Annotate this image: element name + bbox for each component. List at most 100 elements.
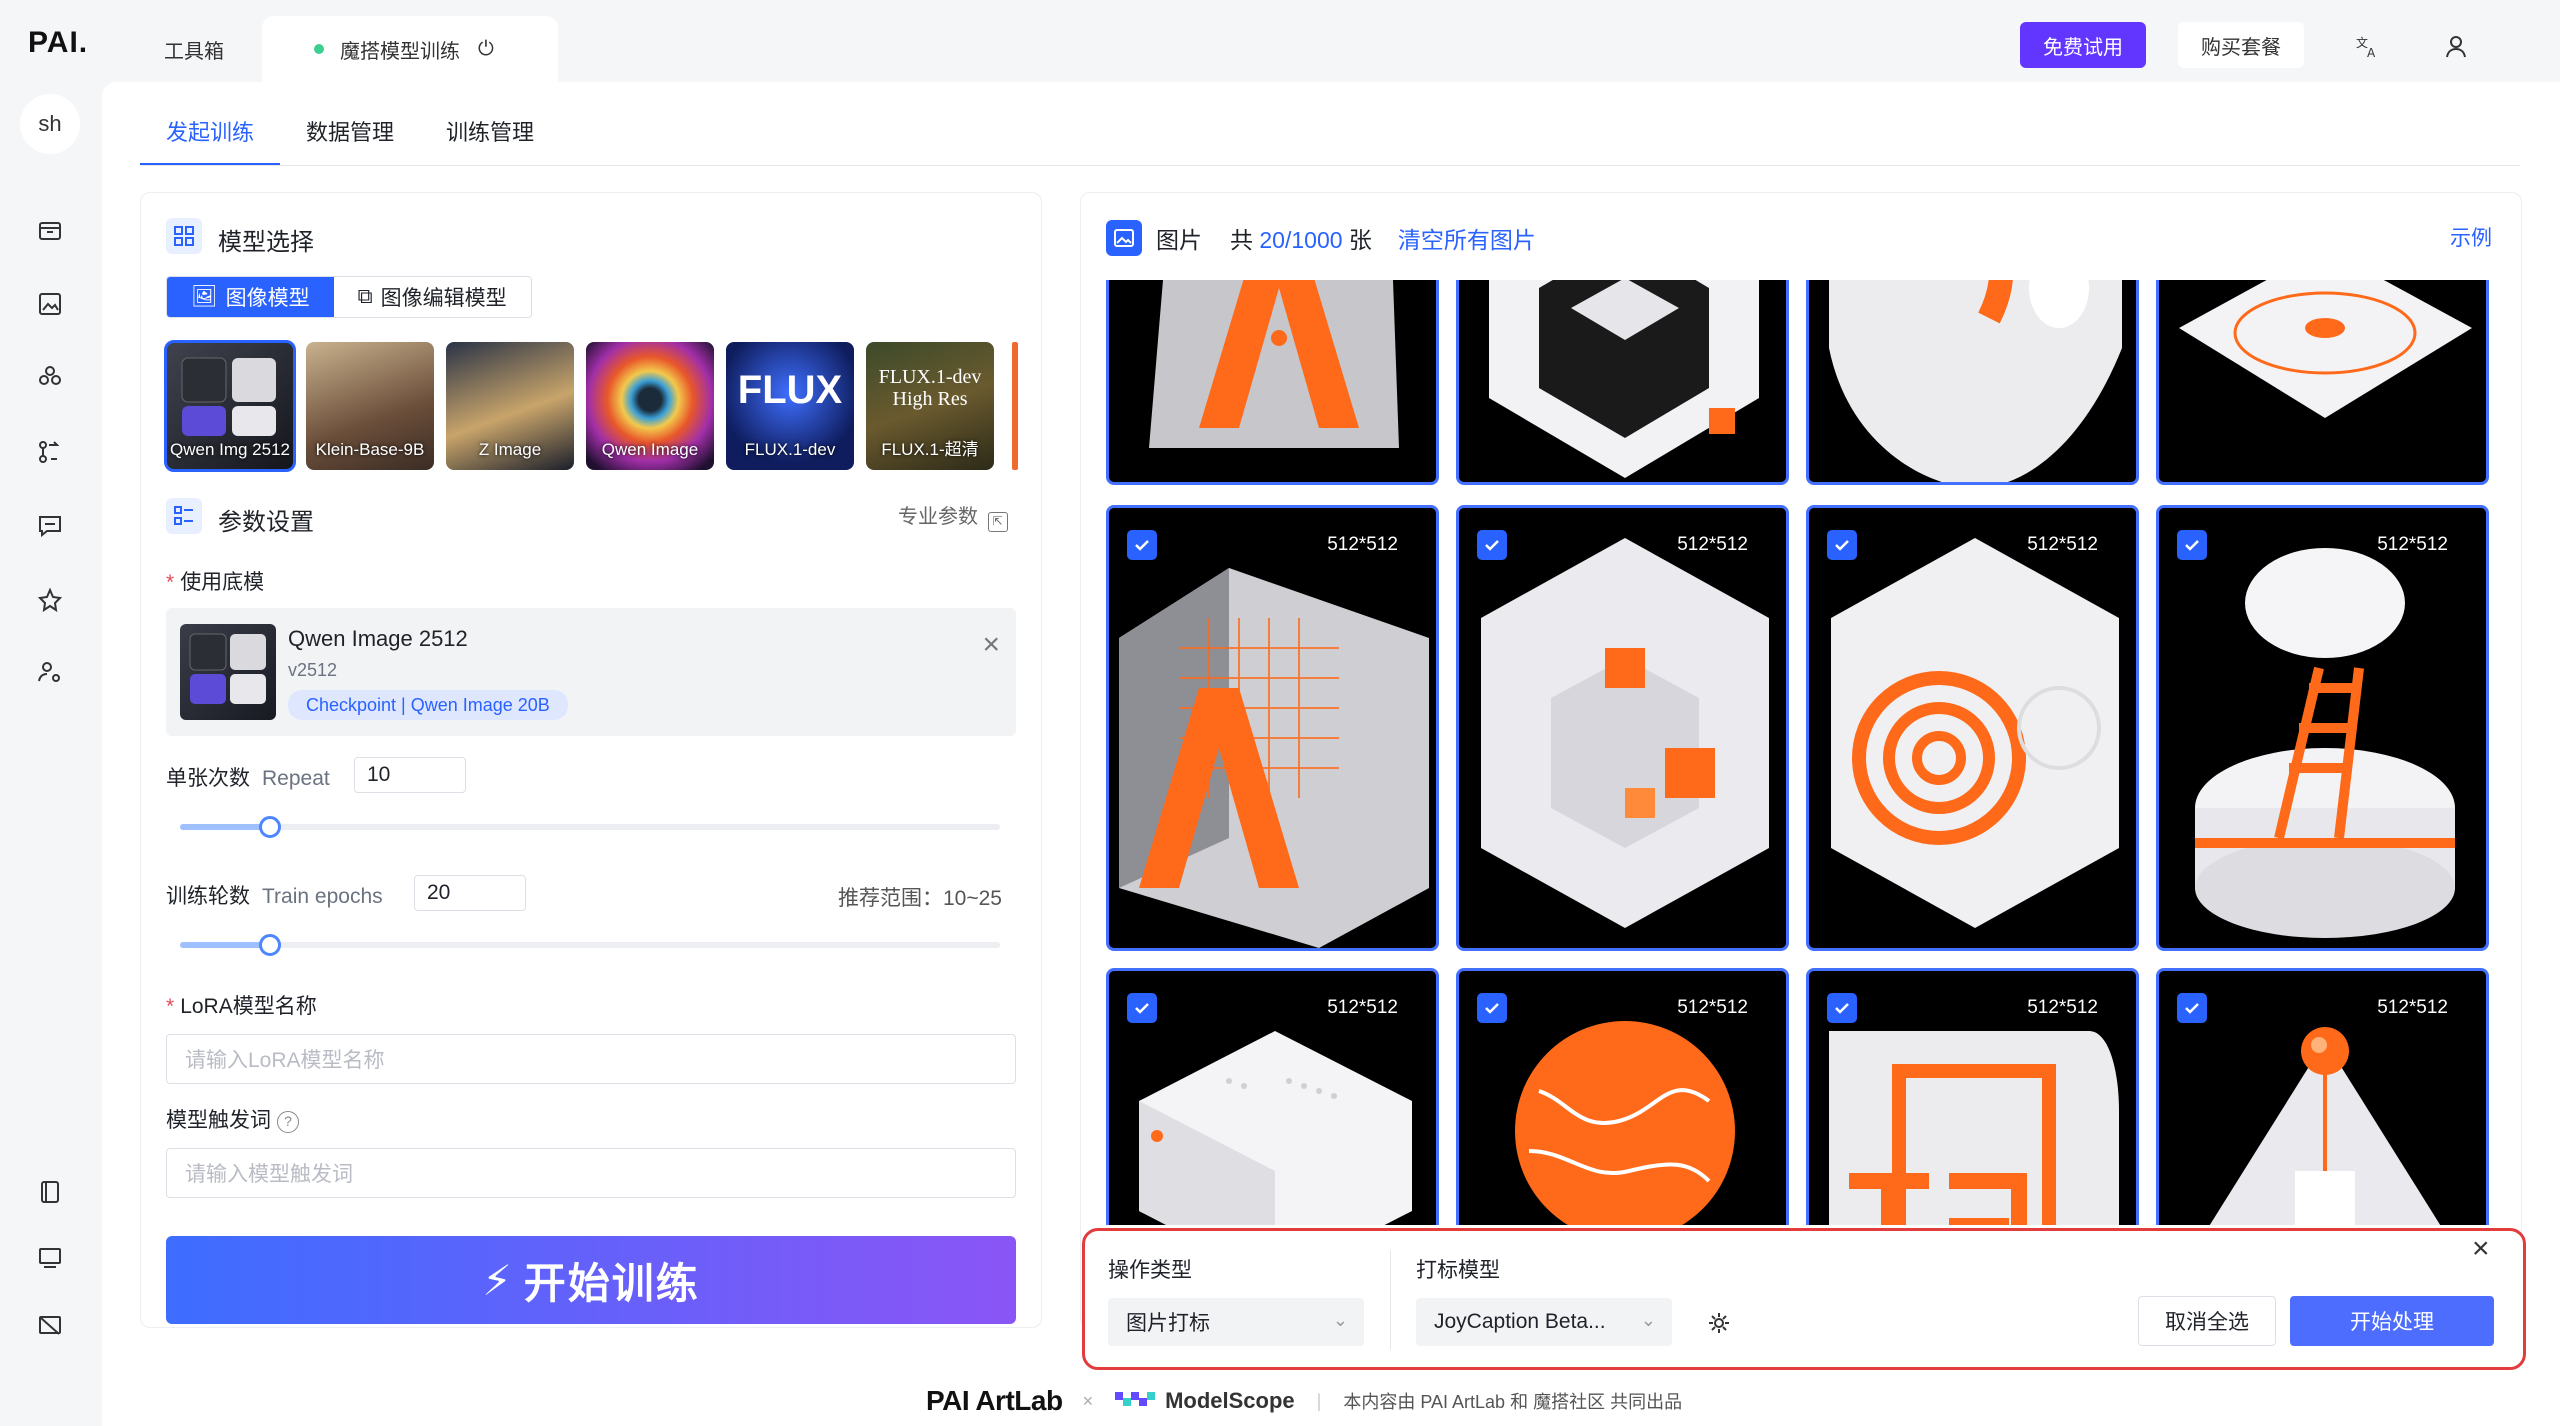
repeat-label-en: Repeat [262,767,330,790]
tab-toolbox[interactable]: 工具箱 [130,16,258,82]
op-type-select[interactable]: 图片打标 ⌄ [1108,1298,1364,1346]
checkbox-checked-icon[interactable] [1127,530,1157,560]
image-resolution: 512*512 [1327,997,1398,1018]
image-tile[interactable]: 512*512 [2156,968,2489,1225]
image-tile[interactable]: 512*512 [1806,505,2139,951]
checkbox-checked-icon[interactable] [2177,530,2207,560]
user-icon[interactable] [2436,26,2476,66]
repeat-slider[interactable] [180,816,1000,838]
checkbox-checked-icon[interactable] [2177,993,2207,1023]
image-resolution: 512*512 [2027,534,2098,555]
flux-logo-text: FLUX [737,368,843,412]
power-icon[interactable]: ⏻ [478,38,494,61]
left-rail [0,82,102,1426]
model-card-z-image[interactable]: Z Image [446,342,574,470]
image-gallery-icon[interactable] [32,286,68,322]
close-icon[interactable]: × [2472,1232,2490,1266]
epochs-label-en: Train epochs [262,885,383,908]
expand-icon: ⇱ [987,512,1008,532]
footer-times: × [1082,1390,1094,1411]
tile-art [1831,538,2119,928]
lora-name-input[interactable]: 请输入LoRA模型名称 [166,1034,1016,1084]
model-card-flux-1-dev[interactable]: FLUX FLUX.1-dev [726,342,854,470]
segment-image-model[interactable]: 🖼 图像模型 [167,277,334,317]
image-resolution: 512*512 [1677,534,1748,555]
free-trial-button[interactable]: 免费试用 [2020,22,2146,68]
model-caption: FLUX.1-dev [744,440,836,459]
checkbox-checked-icon[interactable] [1477,530,1507,560]
segment-image-edit-model[interactable]: ⧉ 图像编辑模型 [333,277,531,317]
buy-plan-button[interactable]: 购买套餐 [2178,22,2304,68]
message-icon[interactable] [32,1240,68,1276]
pro-params-toggle[interactable]: 专业参数 ⇱ [898,500,1008,532]
close-icon[interactable]: × [982,628,1000,662]
tab-toolbox-label: 工具箱 [164,40,224,63]
image-resolution: 512*512 [2377,534,2448,555]
image-tile[interactable]: 512*512 [1456,505,1789,951]
lora-name-label-text: LoRA模型名称 [180,995,317,1018]
help-icon[interactable]: ? [277,1111,299,1133]
image-tile[interactable]: 512*512 [1106,968,1439,1225]
epochs-slider[interactable] [180,934,1000,956]
tab-modelscope-training[interactable]: 魔搭模型训练 ⏻ [262,16,558,82]
image-tile[interactable]: 512*512 [1106,505,1439,951]
op-type-label: 操作类型 [1108,1259,1192,1282]
model-caption: Z Image [478,440,542,459]
clear-all-images-link[interactable]: 清空所有图片 [1398,221,1536,255]
epochs-input[interactable]: 20 [414,875,526,911]
image-tile[interactable]: 512*512 [2156,505,2489,951]
lora-name-label: * LoRA模型名称 [166,990,317,1020]
chevron-down-icon: ⌄ [1332,1310,1348,1330]
sparkle-star-icon[interactable] [32,582,68,618]
tile-art [1489,280,1759,478]
subtab-divider [140,165,2520,166]
box-icon[interactable] [32,212,68,248]
tag-model-label: 打标模型 [1416,1259,1500,1282]
checkbox-checked-icon[interactable] [1827,530,1857,560]
tab-training-management[interactable]: 训练管理 [420,96,560,166]
model-card-qwen-img-2512[interactable]: Qwen Img 2512 [164,340,296,472]
more-models-peek[interactable] [1012,342,1018,470]
book-icon[interactable] [32,1174,68,1210]
image-resolution: 512*512 [1327,534,1398,555]
footer-brand: PAI ArtLab [926,1385,1063,1416]
repeat-input[interactable]: 10 [354,757,466,793]
model-card-klein-base-9b[interactable]: Klein-Base-9B [306,342,434,470]
start-processing-button[interactable]: 开始处理 [2290,1296,2494,1346]
flux-hd-logo-text: FLUX.1-dev High Res [878,366,982,410]
checkbox-checked-icon[interactable] [1477,993,1507,1023]
image-tile[interactable] [1456,280,1789,485]
model-card-flux-1-hd[interactable]: FLUX.1-dev High Res FLUX.1-超清 [866,342,994,470]
translate-icon[interactable]: 文A [2348,26,2388,66]
image-tile[interactable] [1106,280,1439,485]
deselect-all-button[interactable]: 取消全选 [2138,1296,2276,1346]
trigger-label: 模型触发词? [166,1104,299,1134]
app-logo[interactable]: PAI. [28,26,88,60]
op-type-value: 图片打标 [1126,1312,1210,1335]
collapse-sidebar-icon[interactable] [32,1308,68,1344]
checkbox-checked-icon[interactable] [1127,993,1157,1023]
cluster-icon[interactable] [32,358,68,394]
tag-model-select[interactable]: JoyCaption Beta... ⌄ [1416,1298,1672,1346]
start-training-button[interactable]: ⚡ 开始训练 [166,1236,1016,1324]
images-count-prefix: 共 [1230,227,1253,253]
image-tile[interactable]: 512*512 [1456,968,1789,1225]
avatar[interactable]: sh [20,94,80,154]
checkbox-checked-icon[interactable] [1827,993,1857,1023]
model-card-qwen-image[interactable]: Qwen Image [586,342,714,470]
image-tile[interactable] [1806,280,2139,485]
trigger-word-input[interactable]: 请输入模型触发词 [166,1148,1016,1198]
base-model-card[interactable]: Qwen Image 2512 v2512 Checkpoint | Qwen … [166,608,1016,736]
user-settings-icon[interactable] [32,654,68,690]
example-link[interactable]: 示例 [2450,222,2492,252]
tag-model-value: JoyCaption Beta... [1434,1310,1606,1333]
lightning-icon: ⚡ [482,1256,514,1304]
tab-start-training[interactable]: 发起训练 [140,96,281,166]
gear-icon[interactable] [1702,1306,1736,1340]
images-count-suffix: 张 [1348,227,1372,253]
image-tile[interactable]: 512*512 [1806,968,2139,1225]
tab-data-management[interactable]: 数据管理 [280,96,420,166]
workflow-icon[interactable] [32,434,68,470]
image-tile[interactable] [2156,280,2489,485]
chat-icon[interactable] [32,508,68,544]
